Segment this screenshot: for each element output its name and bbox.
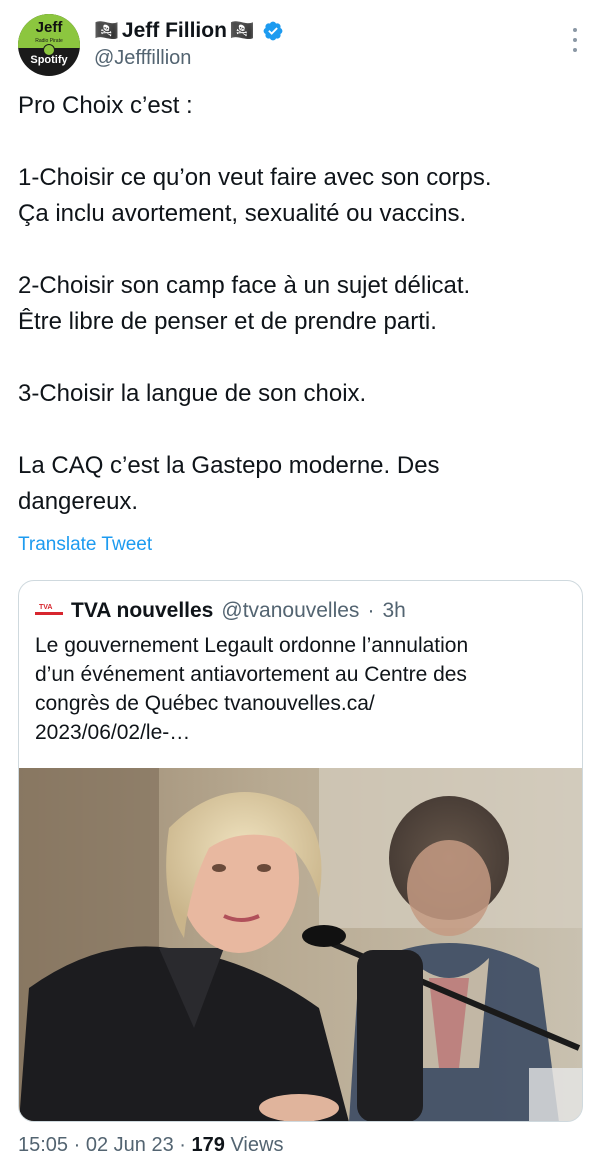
tweet-line: Pro Choix c’est : (18, 92, 193, 119)
quoted-line: Le gouvernement Legault ordonne l’annula… (35, 634, 469, 657)
tweet-time[interactable]: 15:05 (18, 1134, 68, 1156)
tweet-line: dangereux. (18, 488, 139, 515)
verified-badge-icon (263, 21, 283, 41)
tweet-line: 3-Choisir la langue de son choix. (18, 380, 367, 407)
quoted-line: d’un événement antiavortement au Centre … (35, 663, 467, 686)
translate-tweet-link[interactable]: Translate Tweet (18, 534, 152, 556)
separator: · (73, 1134, 81, 1156)
quoted-tweet-card[interactable]: TVA TVA nouvelles @tvanouvelles · 3h Le … (18, 580, 583, 1122)
quoted-line[interactable]: 2023/06/02/le-… (35, 718, 565, 747)
avatar-text-top: Jeff (35, 19, 63, 36)
tweet-line: 1-Choisir ce qu’on veut faire avec son c… (18, 164, 492, 191)
tweet-date[interactable]: 02 Jun 23 (86, 1134, 174, 1156)
views-label[interactable]: Views (230, 1134, 283, 1156)
quoted-tweet-header: TVA TVA nouvelles @tvanouvelles · 3h (35, 599, 406, 623)
views-count[interactable]: 179 (192, 1134, 225, 1156)
author-handle[interactable]: @Jefffillion (94, 47, 191, 70)
quoted-author-name[interactable]: TVA nouvelles (71, 599, 213, 623)
quoted-line[interactable]: congrès de Québec tvanouvelles.ca/ (35, 689, 565, 718)
quoted-tweet-photo[interactable] (19, 768, 582, 1121)
pirate-flag-icon: 🏴‍☠️ (94, 20, 119, 42)
tweet-text: Pro Choix c’est : 1-Choisir ce qu’on veu… (18, 88, 584, 520)
author-display-name[interactable]: Jeff Fillion (122, 18, 227, 44)
tweet-line: Être libre de penser et de prendre parti… (18, 308, 437, 335)
tva-logo: TVA (35, 602, 63, 620)
separator: · (367, 599, 375, 622)
avatar-text-bottom: Spotify (30, 54, 68, 66)
tweet-meta: 15:05 · 02 Jun 23 · 179 Views (18, 1134, 283, 1157)
author-avatar[interactable]: Jeff Radio Pirate Spotify (18, 14, 80, 76)
tweet-line: La CAQ c’est la Gastepo moderne. Des (18, 452, 440, 479)
tweet-line: Ça inclu avortement, sexualité ou vaccin… (18, 200, 467, 227)
pirate-flag-icon: 🏴‍☠️ (229, 20, 255, 42)
more-options-icon[interactable] (572, 28, 578, 52)
quoted-time[interactable]: 3h (382, 599, 405, 623)
author-name-row[interactable]: 🏴‍☠️ Jeff Fillion 🏴‍☠️ (94, 18, 284, 44)
photo-illustration (19, 768, 582, 1121)
separator: · (179, 1134, 186, 1156)
quoted-tweet-text: Le gouvernement Legault ordonne l’annula… (35, 631, 565, 747)
quoted-author-handle[interactable]: @tvanouvelles (221, 599, 359, 623)
tweet-line: 2-Choisir son camp face à un sujet délic… (18, 272, 471, 299)
